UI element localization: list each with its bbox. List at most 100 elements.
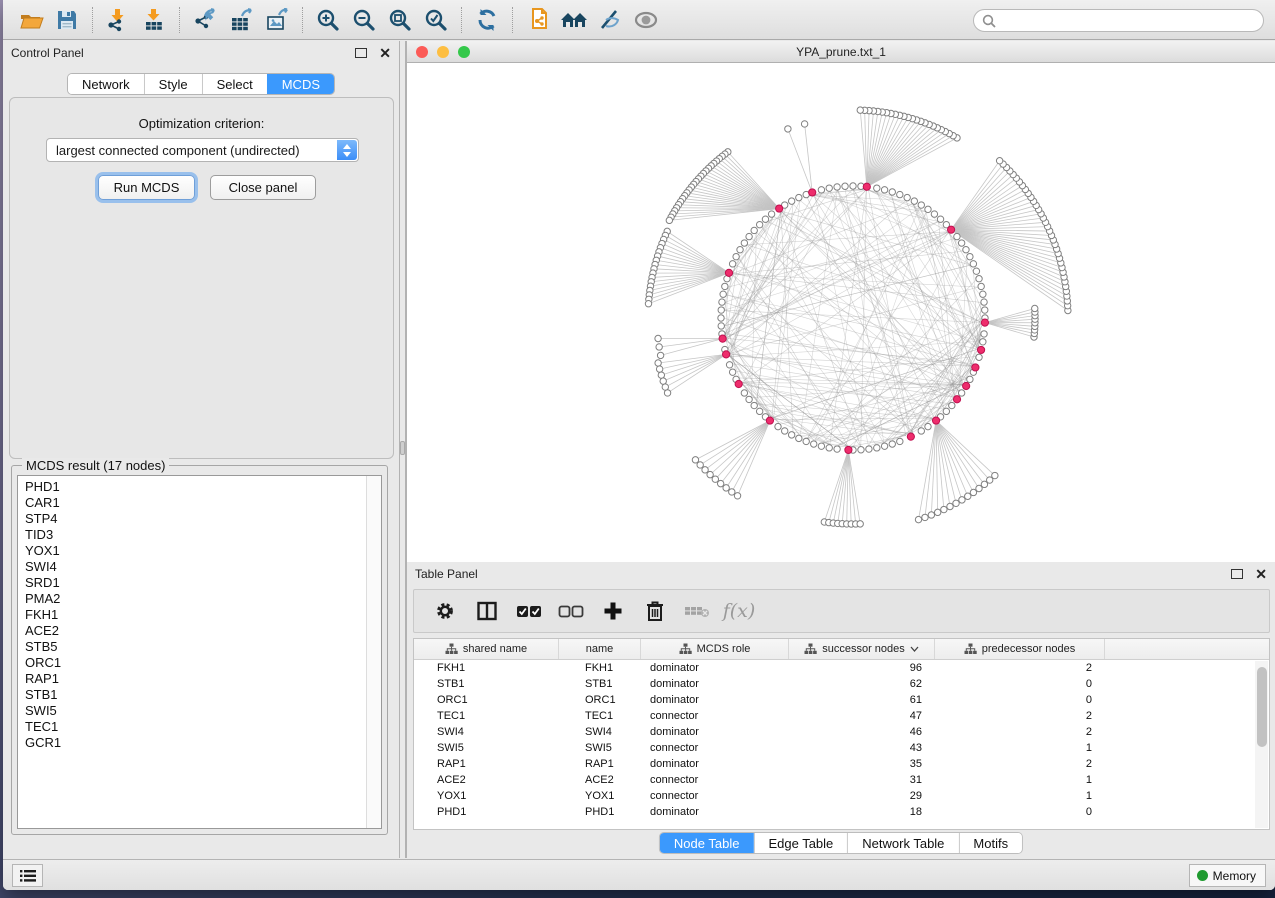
mcds-result-item[interactable]: FKH1 (18, 607, 381, 623)
cell-shared-name: STB1 (414, 676, 559, 692)
mcds-result-item[interactable]: GCR1 (18, 735, 381, 751)
criterion-dropdown[interactable]: largest connected component (undirected) (46, 138, 359, 162)
tab-node-table[interactable]: Node Table (660, 833, 754, 853)
column-header-name[interactable]: name (559, 639, 641, 659)
mcds-result-item[interactable]: SWI4 (18, 559, 381, 575)
close-panel-button[interactable]: Close panel (210, 175, 316, 200)
tab-network[interactable]: Network (68, 74, 144, 94)
sort-dropdown-icon[interactable] (910, 646, 919, 652)
mcds-result-item[interactable]: YOX1 (18, 543, 381, 559)
import-network-icon[interactable] (100, 4, 136, 36)
table-row[interactable]: SWI4SWI4dominator462 (414, 724, 1269, 740)
cell-predecessor-nodes: 2 (935, 708, 1105, 724)
close-panel-icon[interactable]: ✕ (1255, 569, 1267, 579)
mcds-result-item[interactable]: STB1 (18, 687, 381, 703)
tab-select[interactable]: Select (202, 74, 267, 94)
export-image-icon[interactable] (259, 4, 295, 36)
table-row[interactable]: YOX1YOX1connector291 (414, 788, 1269, 804)
result-list-scrollbar[interactable] (366, 476, 381, 828)
mcds-result-item[interactable]: STB5 (18, 639, 381, 655)
cell-shared-name: SWI5 (414, 740, 559, 756)
float-panel-icon[interactable] (355, 48, 367, 58)
table-row[interactable]: ORC1ORC1dominator610 (414, 692, 1269, 708)
memory-button[interactable]: Memory (1189, 864, 1266, 887)
table-row[interactable]: STB1STB1dominator620 (414, 676, 1269, 692)
network-graph[interactable] (407, 63, 1275, 562)
table-scrollbar-thumb[interactable] (1257, 667, 1267, 747)
export-table-icon[interactable] (223, 4, 259, 36)
delete-column-icon[interactable] (640, 596, 670, 626)
tab-edge-table[interactable]: Edge Table (753, 833, 847, 853)
show-columns-icon[interactable] (472, 596, 502, 626)
mcds-result-item[interactable]: ACE2 (18, 623, 381, 639)
network-canvas[interactable] (407, 63, 1275, 562)
add-column-icon[interactable] (598, 596, 628, 626)
mcds-result-item[interactable]: STP4 (18, 511, 381, 527)
search-input[interactable] (1001, 14, 1255, 28)
run-mcds-button[interactable]: Run MCDS (98, 175, 195, 200)
close-panel-icon[interactable]: ✕ (379, 48, 391, 58)
document-network-icon[interactable] (520, 4, 556, 36)
tab-mcds[interactable]: MCDS (267, 74, 334, 94)
table-row[interactable]: FKH1FKH1dominator962 (414, 660, 1269, 676)
mcds-result-item[interactable]: PMA2 (18, 591, 381, 607)
cell-MCDS-role: connector (641, 740, 789, 756)
mcds-result-item[interactable]: SWI5 (18, 703, 381, 719)
attribute-type-icon (679, 643, 692, 655)
network-window-titlebar[interactable]: YPA_prune.txt_1 (407, 41, 1275, 63)
tab-style[interactable]: Style (144, 74, 202, 94)
column-header-shared-name[interactable]: shared name (414, 639, 559, 659)
cell-MCDS-role: dominator (641, 676, 789, 692)
table-settings-gear-icon[interactable] (430, 596, 460, 626)
table-toolbar: f(x) (413, 589, 1270, 633)
mcds-result-item[interactable]: PHD1 (18, 479, 381, 495)
houses-icon[interactable] (556, 4, 592, 36)
cell-name: ACE2 (559, 772, 641, 788)
mcds-result-item[interactable]: TID3 (18, 527, 381, 543)
cell-successor-nodes: 31 (789, 772, 935, 788)
search-box[interactable] (973, 9, 1264, 32)
table-row[interactable]: PHD1PHD1dominator180 (414, 804, 1269, 820)
column-header-successor-nodes[interactable]: successor nodes (789, 639, 935, 659)
deselect-all-rows-icon[interactable] (556, 596, 586, 626)
control-panel-tabs: NetworkStyleSelectMCDS (67, 73, 335, 95)
cell-shared-name: TEC1 (414, 708, 559, 724)
mcds-result-item[interactable]: TEC1 (18, 719, 381, 735)
column-header-MCDS-role[interactable]: MCDS role (641, 639, 789, 659)
table-row[interactable]: TEC1TEC1connector472 (414, 708, 1269, 724)
save-session-icon[interactable] (49, 4, 85, 36)
show-graphics-details-icon[interactable] (628, 4, 664, 36)
table-scrollbar[interactable] (1255, 661, 1268, 828)
toolbar-separator (302, 7, 303, 33)
cell-MCDS-role: connector (641, 772, 789, 788)
refresh-view-icon[interactable] (469, 4, 505, 36)
column-header-predecessor-nodes[interactable]: predecessor nodes (935, 639, 1105, 659)
cell-predecessor-nodes: 2 (935, 660, 1105, 676)
tab-motifs[interactable]: Motifs (958, 833, 1022, 853)
column-label: MCDS role (697, 643, 751, 655)
zoom-in-icon[interactable] (310, 4, 346, 36)
export-network-icon[interactable] (187, 4, 223, 36)
task-history-button[interactable] (12, 864, 43, 887)
table-row[interactable]: ACE2ACE2connector311 (414, 772, 1269, 788)
hide-graphics-details-icon[interactable] (592, 4, 628, 36)
zoom-selected-icon[interactable] (418, 4, 454, 36)
mcds-result-list[interactable]: PHD1CAR1STP4TID3YOX1SWI4SRD1PMA2FKH1ACE2… (17, 475, 382, 829)
table-row[interactable]: RAP1RAP1dominator352 (414, 756, 1269, 772)
select-all-rows-icon[interactable] (514, 596, 544, 626)
mcds-result-item[interactable]: SRD1 (18, 575, 381, 591)
memory-label: Memory (1213, 869, 1256, 883)
import-table-icon[interactable] (136, 4, 172, 36)
tab-network-table[interactable]: Network Table (847, 833, 958, 853)
zoom-out-icon[interactable] (346, 4, 382, 36)
float-panel-icon[interactable] (1231, 569, 1243, 579)
splitter-grip[interactable] (400, 441, 405, 455)
zoom-fit-icon[interactable] (382, 4, 418, 36)
mcds-result-item[interactable]: CAR1 (18, 495, 381, 511)
cell-successor-nodes: 43 (789, 740, 935, 756)
node-table[interactable]: shared namename MCDS role successor nodesp… (413, 638, 1270, 830)
mcds-result-item[interactable]: ORC1 (18, 655, 381, 671)
open-file-icon[interactable] (13, 4, 49, 36)
table-row[interactable]: SWI5SWI5connector431 (414, 740, 1269, 756)
mcds-result-item[interactable]: RAP1 (18, 671, 381, 687)
